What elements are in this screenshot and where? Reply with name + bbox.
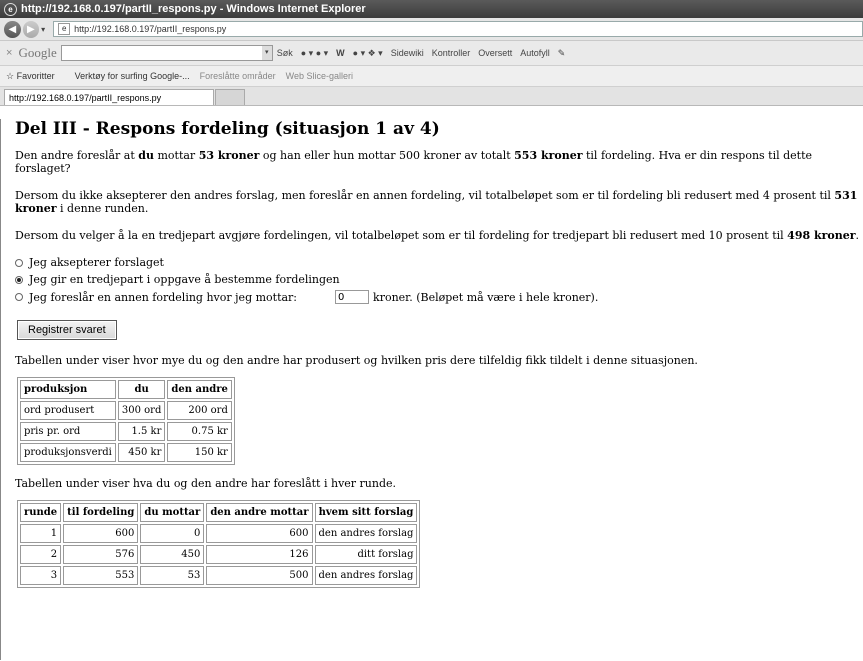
window-titlebar: e http://192.168.0.197/partII_respons.py… <box>0 0 863 18</box>
google-toolbar: × Google ▾ Søk ● ▾ ● ▾ W ● ▾ ❖ ▾ Sidewik… <box>0 41 863 66</box>
chevron-down-icon[interactable]: ▾ <box>261 46 272 60</box>
radio-propose[interactable] <box>15 293 23 301</box>
table-row: produksjonsverdi 450 kr 150 kr <box>20 443 232 462</box>
ie-logo-icon: e <box>4 2 17 16</box>
counterproposal-paragraph: Dersom du ikke aksepterer den andres for… <box>15 189 858 215</box>
google-search-input[interactable]: ▾ <box>60 45 273 61</box>
favorite-item-web-slice-gallery[interactable]: Web Slice-galleri <box>286 71 353 81</box>
table-header: du <box>117 380 166 399</box>
production-table: produksjon du den andre ord produsert 30… <box>17 377 235 465</box>
favorites-button[interactable]: ☆ Favoritter <box>6 71 65 82</box>
table1-intro: Tabellen under viser hvor mye du og den … <box>15 354 698 367</box>
history-dropdown-icon[interactable]: ▾ <box>41 25 45 34</box>
rounds-table: runde til fordeling du mottar den andre … <box>17 500 421 588</box>
new-tab-button[interactable] <box>215 89 245 105</box>
favorites-bar: ☆ Favoritter Verktøy for surfing Google-… <box>0 66 863 87</box>
table-row: 1 600 0 600 den andres forslag <box>20 524 418 543</box>
address-bar: ◀ ▶ ▾ e http://192.168.0.197/partII_resp… <box>0 18 863 41</box>
option-propose[interactable]: Jeg foreslår en annen fordeling hvor jeg… <box>15 290 863 304</box>
option-thirdparty[interactable]: Jeg gir en tredjepart i oppgave å bestem… <box>15 273 863 286</box>
close-toolbar-icon[interactable]: × <box>6 47 12 59</box>
table-header: produksjon <box>20 380 116 399</box>
table-header: til fordeling <box>63 503 139 522</box>
response-options: Jeg aksepterer forslaget Jeg gir en tred… <box>15 256 863 304</box>
table-header: den andre mottar <box>206 503 313 522</box>
table-header: du mottar <box>140 503 205 522</box>
table-row: ord produsert 300 ord 200 ord <box>20 401 232 420</box>
translate-button[interactable]: Oversett <box>478 48 512 58</box>
favorite-item-suggested-sites[interactable]: Foreslåtte områder <box>200 71 276 81</box>
page-content: Del III - Respons fordeling (situasjon 1… <box>0 119 863 660</box>
google-logo: Google <box>18 45 57 60</box>
page-title: Del III - Respons fordeling (situasjon 1… <box>15 119 440 139</box>
back-button[interactable]: ◀ <box>4 20 21 38</box>
table-header: runde <box>20 503 62 522</box>
url-text: http://192.168.0.197/partII_respons.py <box>74 24 227 34</box>
autofill-button[interactable]: Autofyll <box>520 48 550 58</box>
radio-accept[interactable] <box>15 258 23 267</box>
spellcheck-button[interactable]: Kontroller <box>432 48 471 58</box>
radio-thirdparty[interactable] <box>15 275 23 284</box>
table-header: hvem sitt forslag <box>314 503 418 522</box>
wrench-icon[interactable]: ✎ <box>558 48 566 59</box>
thirdparty-paragraph: Dersom du velger å la en tredjepart avgj… <box>15 229 860 242</box>
table-row: pris pr. ord 1.5 kr 0.75 kr <box>20 422 232 441</box>
sidewiki-button[interactable]: Sidewiki <box>391 48 424 58</box>
toolbar-circle-icons[interactable]: ● ▾ ● ▾ <box>301 48 328 59</box>
table2-intro: Tabellen under viser hva du og den andre… <box>15 477 397 490</box>
table-row: 3 553 53 500 den andres forslag <box>20 566 418 585</box>
option-accept[interactable]: Jeg aksepterer forslaget <box>15 256 863 269</box>
favorite-item-google-tools[interactable]: Verktøy for surfing Google-... <box>75 71 190 81</box>
proposal-paragraph: Den andre foreslår at du mottar 53 krone… <box>15 149 813 175</box>
submit-button[interactable]: Registrer svaret <box>17 320 117 340</box>
amount-input[interactable]: 0 <box>335 290 370 304</box>
page-icon: e <box>58 23 71 35</box>
table-row: 2 576 450 126 ditt forslag <box>20 545 418 564</box>
tab-bar: http://192.168.0.197/partII_respons.py <box>0 87 863 106</box>
search-button[interactable]: Søk <box>277 48 293 58</box>
tab-current[interactable]: http://192.168.0.197/partII_respons.py <box>4 89 214 105</box>
toolbar-misc-icons[interactable]: ● ▾ ❖ ▾ <box>353 48 383 59</box>
url-field[interactable]: e http://192.168.0.197/partII_respons.py <box>53 21 863 37</box>
forward-button[interactable]: ▶ <box>22 20 40 38</box>
wikipedia-button[interactable]: W <box>336 48 345 58</box>
window-title: http://192.168.0.197/partII_respons.py -… <box>21 3 366 15</box>
table-header: den andre <box>167 380 232 399</box>
